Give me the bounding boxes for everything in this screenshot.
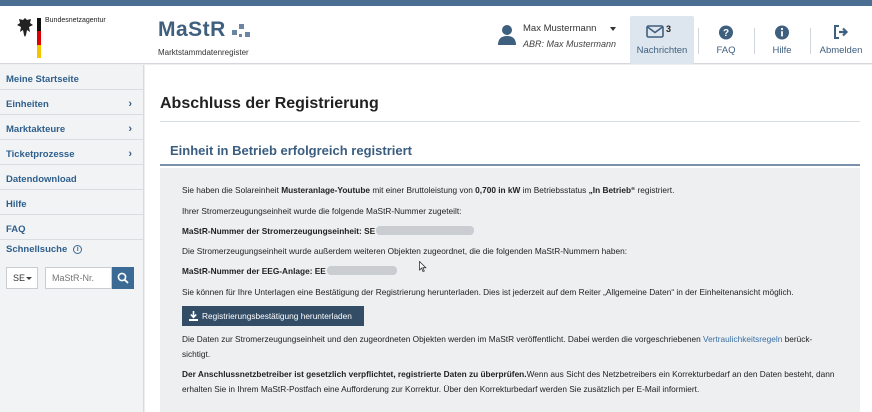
- sidebar-item-einheiten[interactable]: Einheiten ›: [0, 90, 143, 115]
- text-fragment: Die Daten zur Stromerzeugungseinheit und…: [182, 334, 704, 344]
- chevron-down-icon: [610, 27, 616, 31]
- app-header: Bundesnetzagentur MaStR Marktstammdatenr…: [0, 6, 872, 64]
- agency-name: Bundesnetzagentur: [45, 17, 106, 24]
- user-icon: [498, 25, 516, 45]
- quicksearch-row: SE: [6, 267, 134, 289]
- logout-label: Abmelden: [819, 45, 863, 56]
- quicksearch-label: Schnellsuche: [6, 244, 68, 255]
- grid-operator-text-continued: erhalten Sie in Ihrem MaStR-Postfach ein…: [182, 384, 700, 394]
- sidebar-item-hilfe[interactable]: Hilfe: [0, 190, 143, 215]
- agency-logo[interactable]: Bundesnetzagentur: [16, 16, 146, 60]
- quicksearch-prefix-value: SE: [13, 273, 26, 283]
- eeg-mastr-label: MaStR-Nummer der EEG-Anlage: EE: [182, 266, 326, 276]
- messages-count-badge: 3: [666, 24, 672, 34]
- unit-power: 0,700 in kW: [475, 185, 521, 195]
- text-fragment: berück-: [782, 334, 813, 344]
- sidebar: Meine Startseite Einheiten › Marktakteure…: [0, 65, 144, 412]
- quicksearch-prefix-select[interactable]: SE: [6, 267, 38, 289]
- faq-button[interactable]: ? FAQ: [702, 16, 750, 64]
- search-icon: [117, 272, 129, 284]
- confirmation-panel: Sie haben die Solareinheit Musteranlage-…: [160, 168, 860, 412]
- text-fragment: Wenn aus Sicht des Netzbetreibers ein Ko…: [526, 369, 835, 379]
- logo-dots-icon: [226, 20, 250, 40]
- info-circle-icon: [775, 25, 789, 40]
- download-hint-text: Sie können für Ihre Unterlagen eine Best…: [182, 287, 794, 297]
- redacted-value: [376, 226, 475, 235]
- messages-button[interactable]: 3 Nachrichten: [630, 16, 694, 64]
- mastr-logo[interactable]: MaStR Marktstammdatenregister: [158, 18, 268, 62]
- faq-label: FAQ: [716, 45, 736, 56]
- sidebar-item-label: Datendownload: [6, 174, 77, 185]
- section-title: Einheit in Betrieb erfolgreich registrie…: [170, 143, 412, 158]
- quicksearch-button[interactable]: [112, 267, 134, 289]
- sidebar-item-label: FAQ: [6, 224, 26, 235]
- quicksearch-input[interactable]: [45, 267, 112, 289]
- download-icon: [189, 311, 198, 321]
- envelope-icon: [646, 25, 664, 38]
- publication-text-continued: sichtigt.: [182, 349, 211, 359]
- chevron-right-icon: ›: [128, 98, 132, 110]
- eeg-mastr-number: MaStR-Nummer der EEG-Anlage: EE: [182, 266, 397, 276]
- header-divider: [698, 28, 699, 54]
- sidebar-item-label: Einheiten: [6, 99, 49, 110]
- text-fragment: Sie haben die Solareinheit: [182, 185, 282, 195]
- unit-mastr-number: MaStR-Nummer der Stromerzeugungseinheit:…: [182, 226, 475, 236]
- chevron-down-icon: [26, 277, 32, 280]
- redacted-value: [326, 266, 397, 275]
- sidebar-item-label: Marktakteure: [6, 124, 66, 135]
- logo-title: MaStR: [158, 18, 226, 41]
- download-button-label: Registrierungsbestätigung herunterladen: [202, 311, 352, 321]
- unit-mastr-label: MaStR-Nummer der Stromerzeugungseinheit:…: [182, 226, 376, 236]
- sidebar-item-label: Hilfe: [6, 199, 27, 210]
- page-title: Abschluss der Registrierung: [160, 95, 379, 112]
- unit-status: „In Betrieb“: [588, 185, 636, 195]
- messages-label: Nachrichten: [636, 45, 688, 56]
- quicksearch-heading: Schnellsuche i: [0, 240, 143, 256]
- sidebar-item-marktakteure[interactable]: Marktakteure ›: [0, 115, 143, 140]
- header-divider: [754, 28, 755, 54]
- related-objects-intro: Die Stromerzeugungseinheit wurde außerde…: [182, 246, 628, 256]
- sidebar-item-faq[interactable]: FAQ: [0, 215, 143, 240]
- sidebar-item-label: Ticketprozesse: [6, 149, 75, 160]
- logout-button[interactable]: Abmelden: [814, 16, 868, 64]
- unit-name: Musteranlage-Youtube: [281, 185, 371, 195]
- divider: [160, 164, 860, 166]
- sign-out-icon: [834, 25, 849, 39]
- help-label: Hilfe: [772, 45, 792, 56]
- question-circle-icon: ?: [719, 25, 733, 40]
- divider: [160, 121, 860, 122]
- info-icon[interactable]: i: [73, 245, 83, 254]
- logo-subtitle: Marktstammdatenregister: [158, 48, 249, 57]
- grid-operator-obligation: Der Anschlussnetzbetreiber ist gesetzlic…: [182, 369, 527, 379]
- text-fragment: im Betriebsstatus: [520, 185, 589, 195]
- chevron-right-icon: ›: [128, 123, 132, 135]
- german-flag-icon: [37, 18, 41, 58]
- help-button[interactable]: Hilfe: [758, 16, 806, 64]
- unit-summary-text: Sie haben die Solareinheit Musteranlage-…: [182, 185, 674, 195]
- confidentiality-rules-link[interactable]: Vertraulichkeitsregeln: [703, 334, 782, 344]
- chevron-right-icon: ›: [128, 148, 132, 160]
- sidebar-item-datendownload[interactable]: Datendownload: [0, 165, 143, 190]
- eagle-icon: [17, 18, 33, 37]
- main-content: Abschluss der Registrierung Einheit in B…: [145, 65, 872, 412]
- assigned-number-intro: Ihrer Stromerzeugungseinheit wurde die f…: [182, 206, 462, 216]
- mouse-cursor-icon: [419, 261, 427, 273]
- sidebar-item-label: Meine Startseite: [6, 74, 79, 85]
- grid-operator-text: Der Anschlussnetzbetreiber ist gesetzlic…: [182, 369, 835, 379]
- download-confirmation-button[interactable]: Registrierungsbestätigung herunterladen: [182, 306, 364, 326]
- header-divider: [810, 28, 811, 54]
- sidebar-item-ticketprozesse[interactable]: Ticketprozesse ›: [0, 140, 143, 165]
- user-menu[interactable]: Max Mustermann ABR: Max Mustermann: [497, 22, 625, 56]
- text-fragment: registriert.: [635, 185, 675, 195]
- svg-text:?: ?: [723, 28, 729, 39]
- text-fragment: mit einer Bruttoleistung von: [370, 185, 476, 195]
- user-role: ABR: Max Mustermann: [523, 39, 617, 49]
- publication-text: Die Daten zur Stromerzeugungseinheit und…: [182, 334, 812, 344]
- sidebar-item-startseite[interactable]: Meine Startseite: [0, 65, 143, 90]
- user-name: Max Mustermann: [523, 23, 597, 34]
